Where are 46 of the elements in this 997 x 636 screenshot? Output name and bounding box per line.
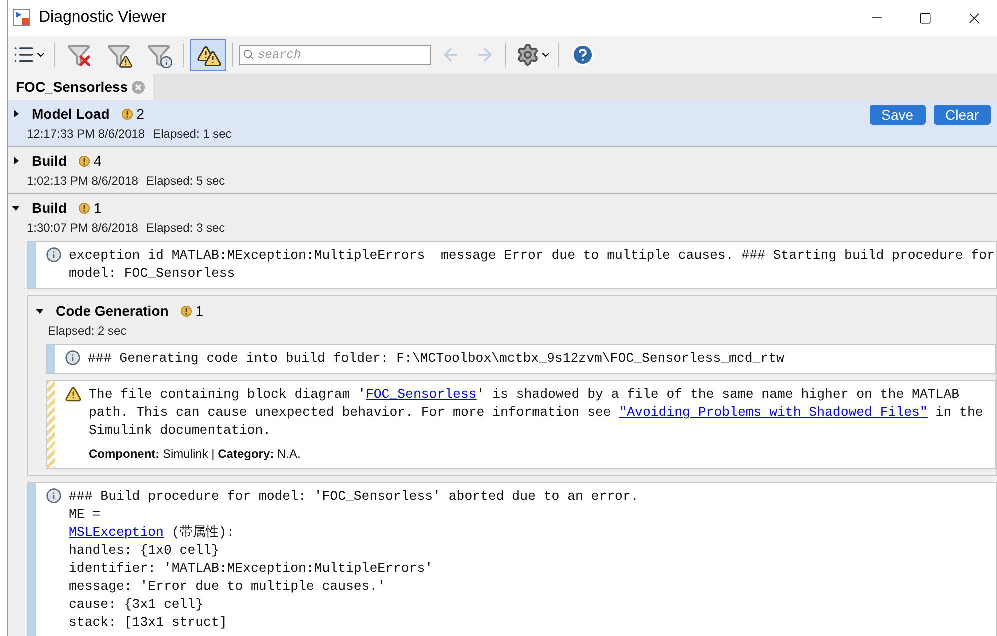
message-footer: Component: Simulink | Category: N.A. — [89, 445, 995, 463]
window-title: Diagnostic Viewer — [39, 8, 167, 28]
severity-stripe — [47, 345, 55, 373]
link[interactable]: FOC_Sensorless — [366, 387, 477, 402]
elapsed-time: Elapsed: 2 sec — [48, 323, 127, 340]
warning-count: 1 — [94, 198, 102, 218]
elapsed-time: Elapsed: 1 sec — [153, 126, 232, 143]
message-text: ### Build procedure for model: 'FOC_Sensorless' aborted due to an error. ME = MSLException (带属性): handles: {1x0 cell} identifier: 'MATLAB:MException:MultipleErrors' message: 'Error due to multiple causes.' cause: {3x1 cell} stack: [13x1 struct] — [69, 488, 639, 632]
message-text: exception id MATLAB:MException:MultipleErrors message Error due to multiple causes. ### Starting build procedure for model: FOC_Sensorless — [69, 247, 996, 283]
warning-count: 2 — [136, 104, 145, 124]
message-text: The file containing block diagram 'FOC_Sensorless' is shadowed by a file of the same name higher on the MATLAB path. This can cause unexpected behavior. For more information see "Avoiding Problems with Shadowed Files" in the Simulink documentation. — [89, 386, 984, 440]
warning-icon — [65, 386, 82, 403]
warning-count-icon — [79, 156, 90, 166]
stage-title[interactable]: Code Generation — [56, 300, 169, 322]
warning-count-icon — [180, 306, 192, 316]
warning-count: 1 — [196, 302, 204, 320]
search-icon — [243, 49, 254, 60]
stage-timestamp: 1:30:07 PM 8/6/2018 — [27, 220, 138, 237]
stage-title[interactable]: Build — [32, 198, 67, 218]
stage-title[interactable]: Build — [32, 150, 67, 172]
info-icon — [46, 247, 62, 263]
elapsed-time: Elapsed: 3 sec — [146, 220, 226, 237]
action-button[interactable]: Save — [870, 105, 926, 125]
action-button[interactable]: Clear — [934, 105, 991, 125]
tab[interactable]: FOC_Sensorless — [8, 74, 154, 100]
info-icon — [65, 350, 81, 366]
stage-title[interactable]: Model Load — [32, 104, 110, 124]
app-icon — [13, 9, 31, 27]
stage-timestamp: 12:17:33 PM 8/6/2018 — [27, 126, 146, 143]
link[interactable]: MSLException — [69, 525, 164, 540]
elapsed-time: Elapsed: 5 sec — [146, 173, 226, 190]
caret-right-icon[interactable] — [12, 110, 20, 118]
link[interactable]: "Avoiding Problems with Shadowed Files" — [619, 405, 928, 420]
caret-right-icon[interactable] — [12, 157, 20, 165]
message-text: ### Generating code into build folder: F:\MCToolbox\mctbx_9s12zvm\FOC_Sensorless_mcd_rtw — [88, 350, 784, 368]
search-field[interactable]: search — [239, 45, 431, 65]
warning-count: 4 — [94, 152, 102, 170]
highlight-warnings-icon[interactable] — [190, 39, 226, 71]
maximize-icon[interactable] — [919, 12, 932, 24]
caret-down-icon[interactable] — [36, 307, 44, 315]
severity-stripe — [28, 242, 36, 288]
stage-timestamp: 1:02:13 PM 8/6/2018 — [27, 173, 138, 190]
info-icon — [46, 488, 62, 504]
warning-count-icon — [79, 202, 90, 214]
warning-count-icon — [122, 108, 133, 120]
caret-down-icon[interactable] — [12, 204, 20, 212]
